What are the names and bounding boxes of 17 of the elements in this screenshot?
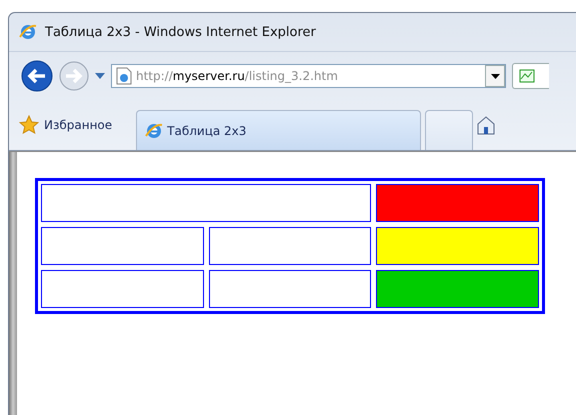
window-title: Таблица 2x3 - Windows Internet Explorer <box>45 24 316 40</box>
home-icon[interactable] <box>477 115 496 135</box>
dropdown-arrow-icon[interactable] <box>95 73 105 79</box>
forward-button[interactable] <box>59 61 89 91</box>
browser-logo-icon <box>19 23 37 41</box>
favorites-button[interactable]: Избранное <box>19 105 132 145</box>
compatibility-button[interactable] <box>512 63 549 89</box>
url-text: http://myserver.ru/listing_3.2.htm <box>136 69 339 83</box>
caret-icon <box>490 74 500 78</box>
page-icon <box>116 67 132 85</box>
chart-icon <box>519 69 535 83</box>
address-dropdown-button[interactable] <box>485 65 505 87</box>
back-button[interactable] <box>21 60 53 92</box>
star-icon <box>19 115 39 135</box>
address-field[interactable]: http://myserver.ru/listing_3.2.htm <box>111 64 506 88</box>
browser-logo-icon <box>145 122 164 140</box>
browser-tab[interactable]: Таблица 2x3 <box>136 110 422 150</box>
